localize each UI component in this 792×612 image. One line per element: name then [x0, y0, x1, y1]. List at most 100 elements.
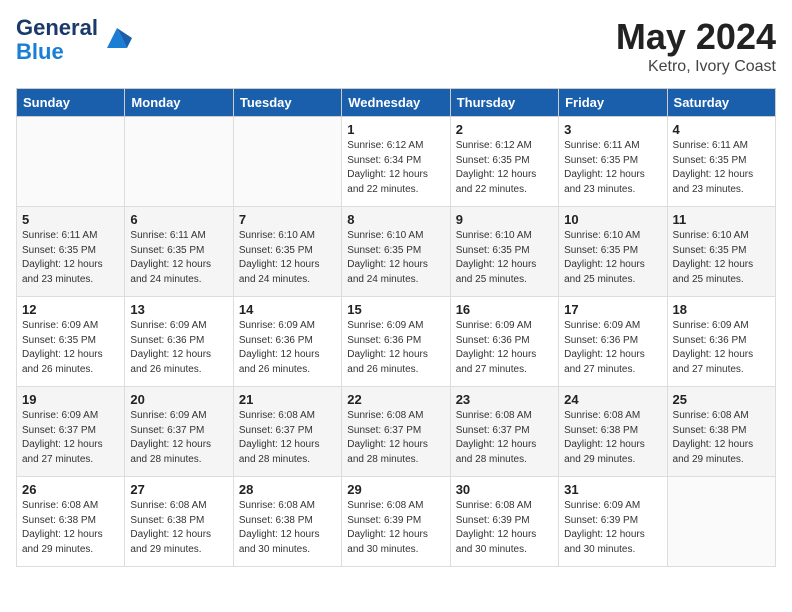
day-info: Sunrise: 6:10 AM Sunset: 6:35 PM Dayligh… — [673, 229, 770, 287]
calendar-week-0: 1 Sunrise: 6:12 AM Sunset: 6:34 PM Daylig… — [17, 117, 776, 207]
day-info: Sunrise: 6:09 AM Sunset: 6:39 PM Dayligh… — [564, 499, 661, 557]
day-number: 25 — [673, 392, 770, 407]
day-info: Sunrise: 6:09 AM Sunset: 6:36 PM Dayligh… — [564, 319, 661, 377]
day-info: Sunrise: 6:08 AM Sunset: 6:38 PM Dayligh… — [564, 409, 661, 467]
calendar-cell: 31 Sunrise: 6:09 AM Sunset: 6:39 PM Dayli… — [559, 477, 667, 567]
day-number: 7 — [239, 212, 336, 227]
calendar-cell: 22 Sunrise: 6:08 AM Sunset: 6:37 PM Dayli… — [342, 387, 450, 477]
logo-blue: Blue — [16, 39, 64, 64]
day-number: 4 — [673, 122, 770, 137]
calendar-cell: 29 Sunrise: 6:08 AM Sunset: 6:39 PM Dayli… — [342, 477, 450, 567]
day-number: 27 — [130, 482, 227, 497]
day-number: 8 — [347, 212, 444, 227]
calendar-cell: 3Sunrise: 6:11 AM Sunset: 6:35 PM Daylig… — [559, 117, 667, 207]
day-number: 9 — [456, 212, 553, 227]
weekday-header-saturday: Saturday — [667, 89, 775, 117]
calendar-table: SundayMondayTuesdayWednesdayThursdayFrid… — [16, 88, 776, 567]
title-area: May 2024 Ketro, Ivory Coast — [616, 16, 776, 76]
calendar-cell: 19Sunrise: 6:09 AM Sunset: 6:37 PM Dayli… — [17, 387, 125, 477]
calendar-cell: 27 Sunrise: 6:08 AM Sunset: 6:38 PM Dayli… — [125, 477, 233, 567]
day-number: 29 — [347, 482, 444, 497]
day-number: 2 — [456, 122, 553, 137]
day-info: Sunrise: 6:10 AM Sunset: 6:35 PM Dayligh… — [239, 229, 336, 287]
calendar-cell: 16 Sunrise: 6:09 AM Sunset: 6:36 PM Dayli… — [450, 297, 558, 387]
calendar-cell: 7 Sunrise: 6:10 AM Sunset: 6:35 PM Daylig… — [233, 207, 341, 297]
calendar-cell: 28 Sunrise: 6:08 AM Sunset: 6:38 PM Dayli… — [233, 477, 341, 567]
day-info: Sunrise: 6:08 AM Sunset: 6:37 PM Dayligh… — [239, 409, 336, 467]
day-number: 23 — [456, 392, 553, 407]
calendar-cell: 4 Sunrise: 6:11 AM Sunset: 6:35 PM Daylig… — [667, 117, 775, 207]
calendar-week-1: 5 Sunrise: 6:11 AM Sunset: 6:35 PM Daylig… — [17, 207, 776, 297]
day-info: Sunrise: 6:09 AM Sunset: 6:36 PM Dayligh… — [130, 319, 227, 377]
logo: General Blue — [16, 16, 132, 64]
day-info: Sunrise: 6:08 AM Sunset: 6:37 PM Dayligh… — [456, 409, 553, 467]
day-info: Sunrise: 6:09 AM Sunset: 6:37 PM Dayligh… — [22, 409, 119, 467]
calendar-cell: 15Sunrise: 6:09 AM Sunset: 6:36 PM Dayli… — [342, 297, 450, 387]
day-number: 14 — [239, 302, 336, 317]
calendar-cell: 9 Sunrise: 6:10 AM Sunset: 6:35 PM Daylig… — [450, 207, 558, 297]
day-info: Sunrise: 6:08 AM Sunset: 6:38 PM Dayligh… — [130, 499, 227, 557]
day-info: Sunrise: 6:09 AM Sunset: 6:37 PM Dayligh… — [130, 409, 227, 467]
calendar-cell: 8 Sunrise: 6:10 AM Sunset: 6:35 PM Daylig… — [342, 207, 450, 297]
day-number: 12 — [22, 302, 119, 317]
calendar-cell: 18 Sunrise: 6:09 AM Sunset: 6:36 PM Dayli… — [667, 297, 775, 387]
calendar-week-4: 26 Sunrise: 6:08 AM Sunset: 6:38 PM Dayli… — [17, 477, 776, 567]
day-info: Sunrise: 6:09 AM Sunset: 6:36 PM Dayligh… — [673, 319, 770, 377]
calendar-cell: 12 Sunrise: 6:09 AM Sunset: 6:35 PM Dayli… — [17, 297, 125, 387]
day-info: Sunrise: 6:08 AM Sunset: 6:38 PM Dayligh… — [22, 499, 119, 557]
weekday-header-monday: Monday — [125, 89, 233, 117]
day-number: 24 — [564, 392, 661, 407]
day-number: 18 — [673, 302, 770, 317]
day-info: Sunrise: 6:11 AM Sunset: 6:35 PM Dayligh… — [564, 139, 661, 197]
day-number: 11 — [673, 212, 770, 227]
day-info: Sunrise: 6:12 AM Sunset: 6:34 PM Dayligh… — [347, 139, 444, 197]
calendar-cell — [125, 117, 233, 207]
day-info: Sunrise: 6:09 AM Sunset: 6:36 PM Dayligh… — [456, 319, 553, 377]
day-info: Sunrise: 6:11 AM Sunset: 6:35 PM Dayligh… — [22, 229, 119, 287]
day-number: 6 — [130, 212, 227, 227]
calendar-cell: 14Sunrise: 6:09 AM Sunset: 6:36 PM Dayli… — [233, 297, 341, 387]
day-info: Sunrise: 6:11 AM Sunset: 6:35 PM Dayligh… — [673, 139, 770, 197]
day-info: Sunrise: 6:10 AM Sunset: 6:35 PM Dayligh… — [347, 229, 444, 287]
day-info: Sunrise: 6:12 AM Sunset: 6:35 PM Dayligh… — [456, 139, 553, 197]
day-info: Sunrise: 6:08 AM Sunset: 6:39 PM Dayligh… — [347, 499, 444, 557]
calendar-cell: 23 Sunrise: 6:08 AM Sunset: 6:37 PM Dayli… — [450, 387, 558, 477]
calendar-week-2: 12 Sunrise: 6:09 AM Sunset: 6:35 PM Dayli… — [17, 297, 776, 387]
calendar-cell: 10 Sunrise: 6:10 AM Sunset: 6:35 PM Dayli… — [559, 207, 667, 297]
page-header: General Blue May 2024 Ketro, Ivory Coast — [16, 16, 776, 76]
calendar-cell — [17, 117, 125, 207]
day-number: 15 — [347, 302, 444, 317]
calendar-cell: 1 Sunrise: 6:12 AM Sunset: 6:34 PM Daylig… — [342, 117, 450, 207]
day-number: 30 — [456, 482, 553, 497]
day-number: 31 — [564, 482, 661, 497]
calendar-cell: 26 Sunrise: 6:08 AM Sunset: 6:38 PM Dayli… — [17, 477, 125, 567]
day-info: Sunrise: 6:08 AM Sunset: 6:38 PM Dayligh… — [673, 409, 770, 467]
calendar-cell: 21Sunrise: 6:08 AM Sunset: 6:37 PM Dayli… — [233, 387, 341, 477]
day-info: Sunrise: 6:08 AM Sunset: 6:37 PM Dayligh… — [347, 409, 444, 467]
calendar-cell: 30Sunrise: 6:08 AM Sunset: 6:39 PM Dayli… — [450, 477, 558, 567]
day-number: 1 — [347, 122, 444, 137]
calendar-cell: 5 Sunrise: 6:11 AM Sunset: 6:35 PM Daylig… — [17, 207, 125, 297]
day-number: 13 — [130, 302, 227, 317]
calendar-cell: 13 Sunrise: 6:09 AM Sunset: 6:36 PM Dayli… — [125, 297, 233, 387]
day-number: 5 — [22, 212, 119, 227]
day-number: 10 — [564, 212, 661, 227]
calendar-cell: 2 Sunrise: 6:12 AM Sunset: 6:35 PM Daylig… — [450, 117, 558, 207]
calendar-cell: 24 Sunrise: 6:08 AM Sunset: 6:38 PM Dayli… — [559, 387, 667, 477]
day-number: 22 — [347, 392, 444, 407]
day-info: Sunrise: 6:10 AM Sunset: 6:35 PM Dayligh… — [456, 229, 553, 287]
calendar-cell — [667, 477, 775, 567]
day-number: 26 — [22, 482, 119, 497]
day-number: 16 — [456, 302, 553, 317]
calendar-cell: 20Sunrise: 6:09 AM Sunset: 6:37 PM Dayli… — [125, 387, 233, 477]
calendar-cell: 17 Sunrise: 6:09 AM Sunset: 6:36 PM Dayli… — [559, 297, 667, 387]
day-info: Sunrise: 6:10 AM Sunset: 6:35 PM Dayligh… — [564, 229, 661, 287]
month-title: May 2024 — [616, 16, 776, 58]
day-number: 28 — [239, 482, 336, 497]
weekday-header-wednesday: Wednesday — [342, 89, 450, 117]
weekday-header-thursday: Thursday — [450, 89, 558, 117]
day-info: Sunrise: 6:08 AM Sunset: 6:38 PM Dayligh… — [239, 499, 336, 557]
logo-icon — [102, 23, 132, 53]
day-info: Sunrise: 6:09 AM Sunset: 6:35 PM Dayligh… — [22, 319, 119, 377]
day-number: 17 — [564, 302, 661, 317]
